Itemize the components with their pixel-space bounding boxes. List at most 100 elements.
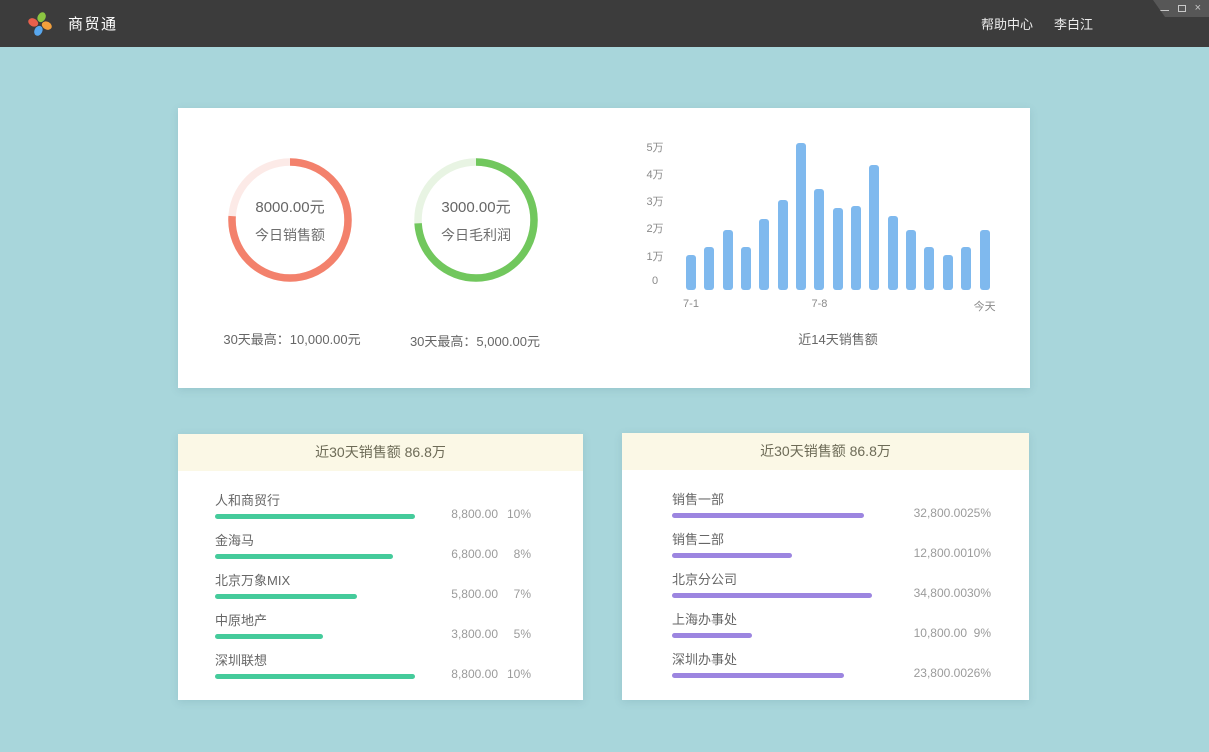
bar bbox=[980, 230, 990, 290]
bar bbox=[906, 230, 916, 290]
item-amount: 12,800.00 bbox=[914, 546, 967, 560]
item-bar bbox=[215, 554, 415, 559]
item-percent: 8% bbox=[514, 547, 531, 561]
y-axis-label: 0 bbox=[625, 275, 685, 287]
bar bbox=[924, 247, 934, 290]
close-icon[interactable]: × bbox=[1195, 3, 1201, 14]
bar bbox=[759, 219, 769, 290]
bar bbox=[869, 165, 879, 290]
item-bar bbox=[672, 593, 872, 598]
list-item: 人和商贸行 8,800.00 10% bbox=[215, 486, 531, 526]
department-sales-list: 销售一部32,800.0025% 销售二部 12,800.0010% 北京分公司 34,… bbox=[672, 470, 991, 685]
x-axis-label: 7-8 bbox=[789, 298, 849, 310]
item-name: 深圳办事处 bbox=[672, 649, 737, 668]
list-item: 北京万象MIX 5,800.00 7% bbox=[215, 566, 531, 606]
item-name: 中原地产 bbox=[215, 610, 267, 629]
window-controls: × bbox=[1143, 0, 1209, 17]
bar bbox=[704, 247, 714, 290]
item-bar bbox=[672, 513, 872, 518]
item-bar bbox=[215, 514, 415, 519]
x-axis-label: 7-1 bbox=[661, 298, 721, 310]
today-overview-card: 8000.00元 今日销售额 3000.00元 今日毛利润 30天最高：10,0… bbox=[178, 108, 1030, 388]
bar bbox=[851, 206, 861, 290]
item-percent: 7% bbox=[514, 587, 531, 601]
item-amount: 6,800.00 bbox=[451, 547, 498, 561]
app-window: 商贸通 帮助中心 李白江 × 8000.00元 今日销售额 bbox=[0, 0, 1209, 752]
customer-sales-card: 近30天销售额 86.8万 人和商贸行8,800.0010%金海马6,800.0… bbox=[178, 434, 583, 700]
list-item: 销售一部32,800.0025% bbox=[672, 485, 991, 525]
item-bar bbox=[215, 674, 415, 679]
list-item: 上海办事处 10,800.00 9% bbox=[672, 605, 991, 645]
list-item: 北京分公司 34,800.0030% bbox=[672, 565, 991, 605]
today-profit-donut: 3000.00元 今日毛利润 bbox=[414, 158, 538, 282]
bar bbox=[888, 216, 898, 290]
item-percent: 10% bbox=[967, 546, 991, 560]
item-percent: 30% bbox=[967, 586, 991, 600]
item-percent: 26% bbox=[967, 666, 991, 680]
list-item: 销售二部 12,800.0010% bbox=[672, 525, 991, 565]
list-item: 深圳办事处 23,800.0026% bbox=[672, 645, 991, 685]
item-percent: 5% bbox=[514, 627, 531, 641]
y-axis-label: 5万 bbox=[625, 139, 685, 155]
item-bar bbox=[215, 634, 415, 639]
minimize-icon[interactable] bbox=[1160, 10, 1169, 11]
maximize-icon[interactable] bbox=[1178, 5, 1186, 12]
bar bbox=[741, 247, 751, 290]
item-name: 北京分公司 bbox=[672, 569, 737, 588]
sales-30d-max-label: 30天最高：10,000.00元 bbox=[192, 329, 392, 348]
item-bar bbox=[672, 553, 872, 558]
bar bbox=[814, 189, 824, 290]
sales-14d-bar-chart bbox=[686, 138, 990, 290]
item-amount: 5,800.00 bbox=[451, 587, 498, 601]
bar bbox=[943, 255, 953, 290]
item-bar bbox=[672, 673, 872, 678]
bar bbox=[961, 247, 971, 290]
y-axis-label: 1万 bbox=[625, 248, 685, 264]
item-name: 深圳联想 bbox=[215, 650, 267, 669]
item-amount: 34,800.00 bbox=[914, 586, 967, 600]
item-percent: 10% bbox=[507, 667, 531, 681]
today-profit-caption: 今日毛利润 bbox=[441, 225, 511, 245]
customer-card-title: 近30天销售额 86.8万 bbox=[178, 434, 583, 471]
y-axis-label: 4万 bbox=[625, 166, 685, 182]
bar bbox=[686, 255, 696, 290]
today-sales-caption: 今日销售额 bbox=[255, 225, 325, 245]
item-amount: 3,800.00 bbox=[451, 627, 498, 641]
item-amount: 10,800.00 bbox=[914, 626, 967, 640]
bar bbox=[778, 200, 788, 290]
today-profit-value: 3000.00元 bbox=[441, 196, 510, 217]
item-amount: 23,800.00 bbox=[914, 666, 967, 680]
bar bbox=[723, 230, 733, 290]
y-axis-label: 2万 bbox=[625, 220, 685, 236]
item-bar bbox=[672, 633, 872, 638]
item-name: 销售二部 bbox=[672, 529, 724, 548]
customer-sales-list: 人和商贸行8,800.0010%金海马6,800.008%北京万象MIX5,80… bbox=[215, 471, 531, 686]
bar bbox=[833, 208, 843, 290]
app-logo-icon bbox=[27, 11, 53, 37]
item-name: 人和商贸行 bbox=[215, 490, 280, 509]
user-menu[interactable]: 李白江 bbox=[1054, 14, 1093, 33]
today-sales-donut: 8000.00元 今日销售额 bbox=[228, 158, 352, 282]
department-card-title: 近30天销售额 86.8万 bbox=[622, 433, 1029, 470]
item-percent: 10% bbox=[507, 507, 531, 521]
x-axis-label: 今天 bbox=[955, 298, 1015, 314]
item-name: 北京万象MIX bbox=[215, 570, 290, 589]
item-name: 上海办事处 bbox=[672, 609, 737, 628]
item-percent: 9% bbox=[974, 626, 991, 640]
bar-chart-title: 近14天销售额 bbox=[686, 329, 990, 348]
item-amount: 8,800.00 bbox=[451, 507, 498, 521]
profit-30d-max-label: 30天最高：5,000.00元 bbox=[375, 331, 575, 350]
app-title: 商贸通 bbox=[68, 13, 118, 34]
item-percent: 25% bbox=[967, 506, 991, 520]
bar bbox=[796, 143, 806, 290]
today-sales-value: 8000.00元 bbox=[255, 196, 324, 217]
item-amount: 32,800.00 bbox=[914, 506, 967, 520]
list-item: 中原地产 3,800.00 5% bbox=[215, 606, 531, 646]
list-item: 深圳联想 8,800.00 10% bbox=[215, 646, 531, 686]
list-item: 金海马6,800.008% bbox=[215, 526, 531, 566]
help-center-link[interactable]: 帮助中心 bbox=[981, 14, 1033, 33]
department-sales-card: 近30天销售额 86.8万 销售一部32,800.0025% 销售二部 12,800… bbox=[622, 433, 1029, 700]
item-amount: 8,800.00 bbox=[451, 667, 498, 681]
titlebar: 商贸通 帮助中心 李白江 × bbox=[0, 0, 1209, 47]
y-axis-label: 3万 bbox=[625, 193, 685, 209]
